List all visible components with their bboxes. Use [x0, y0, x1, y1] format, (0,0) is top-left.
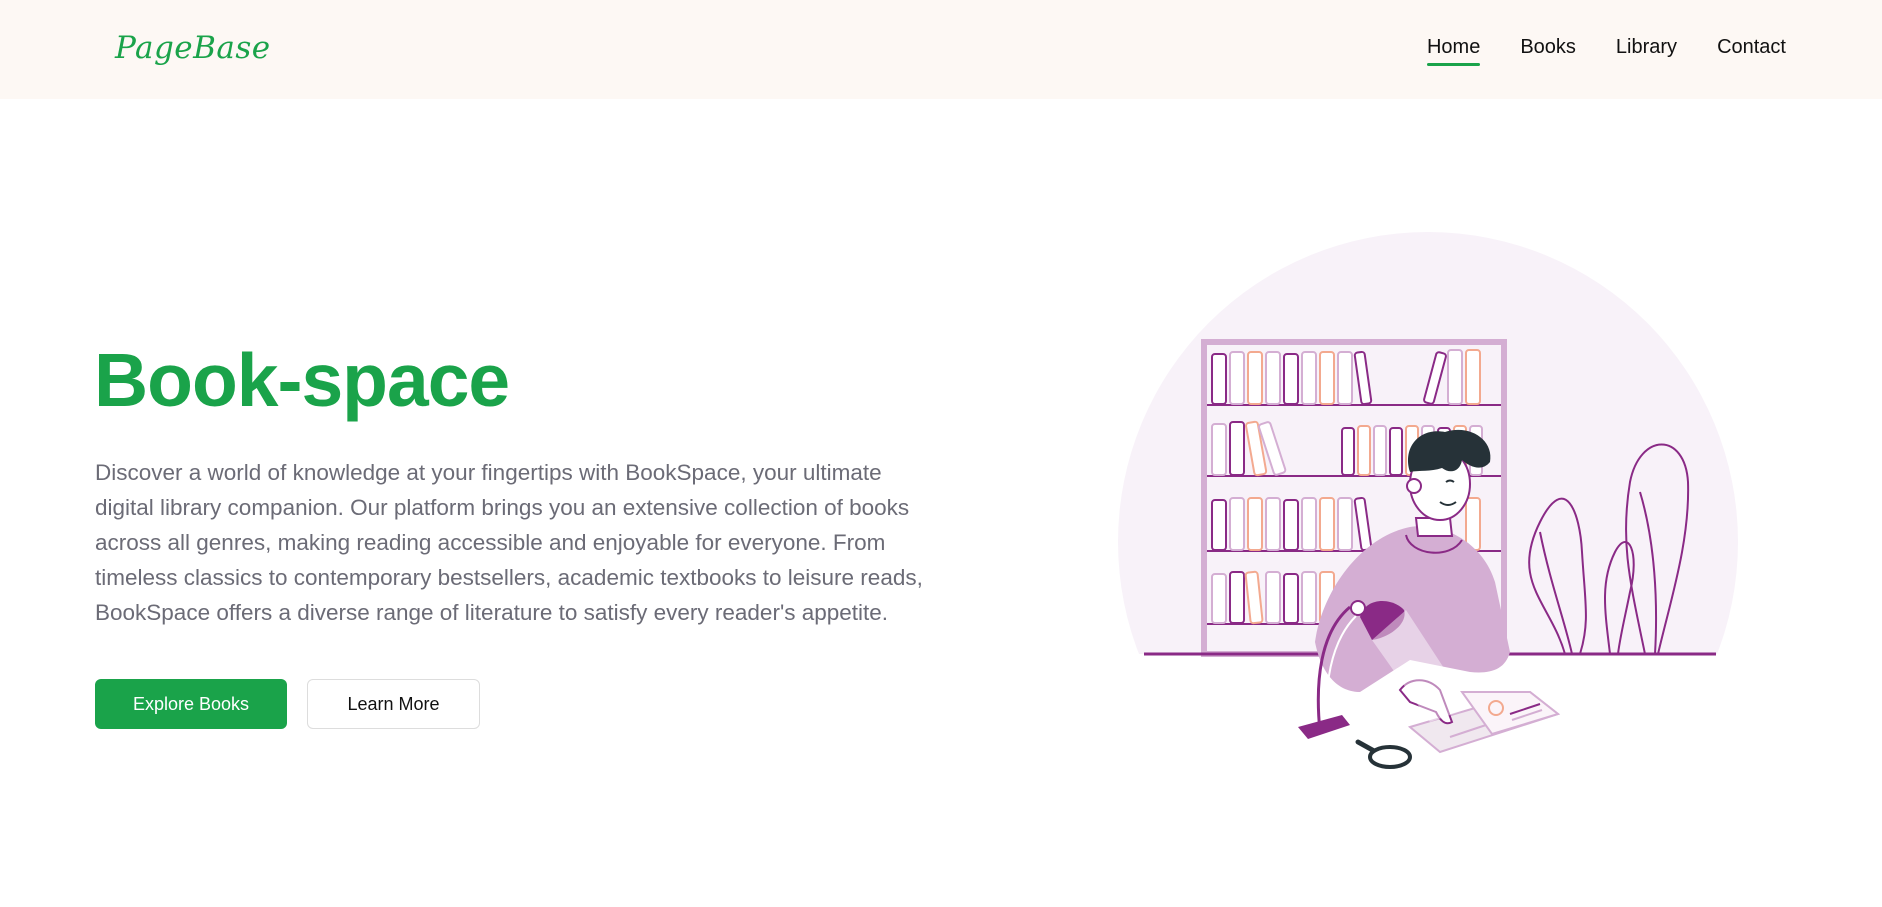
site-logo[interactable]: PageBase	[115, 30, 271, 66]
top-navbar: PageBase Home Books Library Contact	[0, 0, 1882, 99]
nav-link-library[interactable]: Library	[1616, 36, 1677, 65]
hero-description: Discover a world of knowledge at your fi…	[95, 460, 923, 625]
nav-link-home[interactable]: Home	[1426, 36, 1481, 66]
reader-at-bookshelf-illustration	[1110, 232, 1750, 852]
learn-more-button[interactable]: Learn More	[307, 679, 480, 729]
hero-illustration	[1110, 222, 1750, 852]
hero-title: Book-space	[94, 338, 510, 422]
main-nav: Home Books Library Contact	[1426, 36, 1786, 66]
explore-books-button[interactable]: Explore Books	[95, 679, 287, 729]
nav-link-contact[interactable]: Contact	[1717, 36, 1786, 65]
nav-link-books[interactable]: Books	[1520, 36, 1576, 65]
